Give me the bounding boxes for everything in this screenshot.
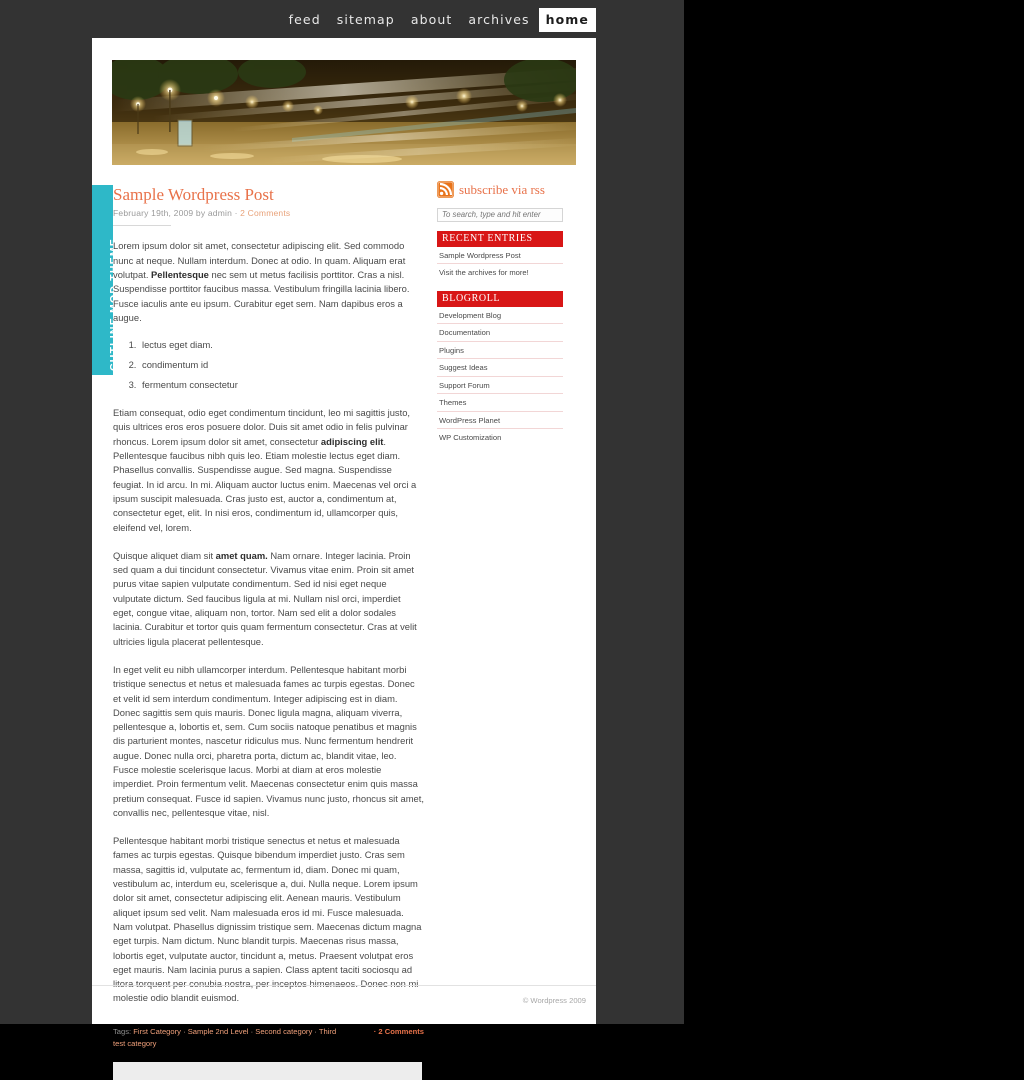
browser-viewport: feed sitemap about archives home CUTLINE… [0, 0, 684, 1080]
sidebar-sections: RECENT ENTRIES Sample Wordpress Post Visit… [437, 230, 564, 446]
post-tags: Tags: First Category · Sample 2nd Level … [113, 1026, 343, 1050]
top-navigation: feed sitemap about archives home [0, 0, 684, 40]
body-text: Quisque aliquet diam sit [113, 549, 216, 561]
rss-icon [437, 181, 454, 198]
sidebar-list-item[interactable]: Sample Wordpress Post [437, 247, 563, 264]
post-ordered-list: lectus eget diam. condimentum id fermentum… [139, 339, 424, 390]
post-paragraph: In eget velit eu nibh ullamcorper interd… [113, 663, 424, 820]
rss-subscribe-row[interactable]: subscribe via rss [437, 181, 564, 198]
tag-link[interactable]: First Category [133, 1027, 181, 1036]
search-input[interactable] [437, 207, 563, 222]
post-paragraph: Quisque aliquet diam sit amet quam. Nam … [113, 549, 424, 649]
body-text: In eget velit eu nibh ullamcorper interd… [113, 663, 424, 818]
list-item: fermentum consectetur [139, 379, 424, 390]
tag-link[interactable]: Sample 2nd Level [188, 1027, 249, 1036]
post-paragraphs-top: Lorem ipsum dolor sit amet, consectetur … [113, 239, 424, 325]
nav-item-home[interactable]: home [538, 8, 596, 32]
post-paragraph: Pellentesque habitant morbi tristique se… [113, 834, 424, 1006]
body-text: Nam ornare. Integer lacinia. Proin sed q… [113, 549, 417, 647]
sidebar-heading-recent-entries: RECENT ENTRIES [437, 230, 563, 247]
post-tags-row: Tags: First Category · Sample 2nd Level … [113, 1020, 424, 1050]
body-text: . Pellentesque faucibus nibh quis leo. E… [113, 435, 417, 533]
meta-divider [113, 225, 171, 227]
nav-item-feed[interactable]: feed [282, 8, 328, 32]
emphasis-text: Pellentesque [151, 268, 209, 280]
sidebar-list-item[interactable]: Themes [437, 394, 563, 412]
post-date: February 19th, 2009 by admin [113, 208, 233, 219]
tag-separator: · [248, 1026, 256, 1036]
list-item: lectus eget diam. [139, 339, 424, 350]
footer-divider [92, 985, 596, 986]
post-comments-count[interactable]: · 2 Comments [374, 1026, 424, 1038]
list-item: condimentum id [139, 359, 424, 370]
post-comments-link[interactable]: 2 Comments [240, 208, 290, 218]
body-text: Pellentesque habitant morbi tristique se… [113, 835, 422, 1004]
post-meta: February 19th, 2009 by admin · 2 Comment… [113, 208, 424, 225]
emphasis-text: adipiscing elit [320, 435, 384, 447]
emphasis-text: amet quam. [215, 549, 268, 561]
sidebar-list-item[interactable]: Documentation [437, 324, 563, 342]
footer-copyright: © Wordpress 2009 [522, 996, 586, 1005]
rss-subscribe-label[interactable]: subscribe via rss [459, 182, 545, 198]
sidebar-list-item[interactable]: WordPress Planet [437, 412, 563, 429]
tag-separator: · [312, 1026, 319, 1036]
page-sheet: CUTLINE MOD THEME Sample Wordpress Post … [92, 38, 596, 1080]
nav-item-archives[interactable]: archives [461, 8, 536, 32]
tag-separator: · [180, 1026, 188, 1036]
black-right-pane [684, 0, 1024, 1024]
sidebar-list-item[interactable]: Visit the archives for more! [437, 264, 563, 281]
sidebar: subscribe via rss RECENT ENTRIESSample W… [437, 181, 564, 456]
comment-input-bar[interactable] [113, 1062, 422, 1080]
sidebar-list: Development Blog Documentation Plugins Sugg… [437, 307, 563, 446]
sidebar-list-item[interactable]: Support Forum [437, 377, 563, 394]
post-paragraph: Lorem ipsum dolor sit amet, consectetur … [113, 239, 424, 325]
sidebar-list-item[interactable]: Development Blog [437, 307, 563, 324]
post-title[interactable]: Sample Wordpress Post [113, 185, 424, 205]
post-content: Sample Wordpress Post February 19th, 200… [113, 185, 424, 1080]
tag-link[interactable]: Second category [255, 1027, 312, 1036]
nav-item-about[interactable]: about [404, 8, 460, 32]
sidebar-list-item[interactable]: WP Customization [437, 429, 563, 446]
header-banner-image [112, 60, 576, 165]
sidebar-list-item[interactable]: Suggest Ideas [437, 359, 563, 377]
sidebar-list-item[interactable]: Plugins [437, 342, 563, 359]
post-paragraph: Etiam consequat, odio eget condimentum t… [113, 406, 424, 535]
nav-item-sitemap[interactable]: sitemap [330, 8, 402, 32]
theme-name-tab: CUTLINE MOD THEME [92, 185, 120, 375]
tags-label: Tags: [113, 1026, 134, 1036]
sidebar-heading-blogroll: BLOGROLL [437, 290, 563, 307]
sidebar-list: Sample Wordpress Post Visit the archives … [437, 247, 563, 281]
meta-separator: · [234, 208, 238, 219]
post-paragraphs-bottom: Etiam consequat, odio eget condimentum t… [113, 406, 424, 1006]
